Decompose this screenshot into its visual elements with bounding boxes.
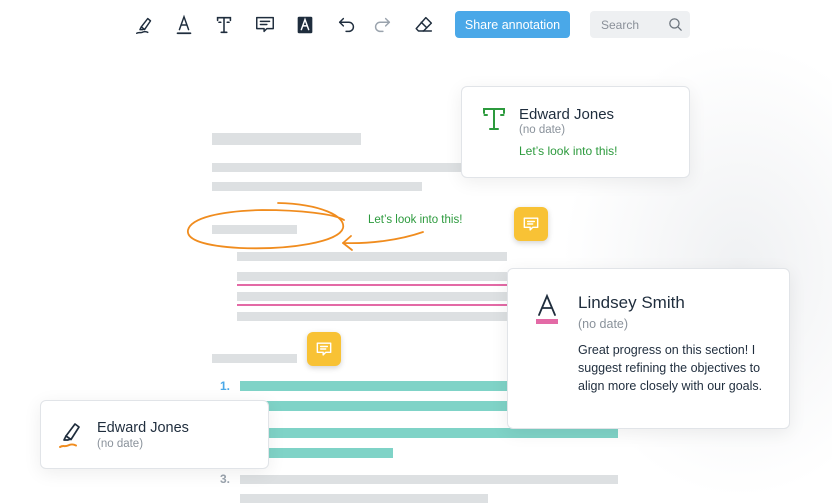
redo-icon[interactable]: [370, 13, 394, 37]
highlighter-icon[interactable]: [133, 13, 157, 37]
undo-icon[interactable]: [335, 13, 359, 37]
doc-highlighted-line: [240, 428, 618, 438]
doc-underline-mark: [237, 284, 507, 286]
annotation-text: Great progress on this section! I sugges…: [578, 343, 763, 393]
annotation-date: (no date): [97, 438, 144, 450]
comment-icon[interactable]: [253, 13, 277, 37]
underline-text-icon: [536, 293, 558, 324]
text-highlight-icon[interactable]: [293, 13, 317, 37]
doc-line: [237, 312, 507, 321]
author-name: Edward Jones: [97, 420, 189, 436]
annotation-text: Let’s look into this!: [519, 144, 618, 158]
doc-line: [240, 494, 488, 503]
doc-line: [237, 292, 507, 301]
doc-line: [240, 475, 618, 484]
author-name: Lindsey Smith: [578, 293, 685, 312]
arrow-head: [342, 235, 353, 251]
text-box-icon[interactable]: [212, 13, 236, 37]
underline-text-icon[interactable]: [172, 13, 196, 37]
note-marker-button[interactable]: [514, 207, 548, 241]
doc-highlighted-line: [240, 381, 508, 391]
doc-line: [212, 163, 465, 172]
search-box: [590, 11, 690, 38]
annotation-toolbar: Share annotation: [0, 0, 832, 50]
note-marker-button[interactable]: [307, 332, 341, 366]
doc-line: [212, 182, 422, 191]
doc-highlighted-line: [240, 401, 508, 411]
author-name: Edward Jones: [519, 106, 615, 123]
list-number: 3.: [220, 472, 231, 486]
annotation-date: (no date): [519, 124, 566, 136]
comment-icon: [316, 342, 332, 356]
highlighter-icon: [59, 423, 80, 448]
inline-note-text: Let’s look into this!: [368, 214, 463, 226]
doc-line: [237, 272, 507, 281]
annotation-card[interactable]: Edward Jones (no date) Let’s look into t…: [461, 86, 690, 178]
annotation-date: (no date): [578, 317, 629, 331]
doc-line: [237, 252, 507, 261]
annotation-card[interactable]: Edward Jones (no date): [40, 400, 269, 469]
doc-circled-line: [212, 225, 297, 234]
text-box-icon: [483, 108, 505, 130]
list-number: 1.: [220, 379, 231, 393]
search-input[interactable]: [590, 11, 668, 38]
doc-subheading-line: [212, 354, 297, 363]
doc-underline-mark: [237, 304, 507, 306]
doc-heading-line: [212, 133, 361, 145]
share-annotation-button[interactable]: Share annotation: [455, 11, 570, 38]
search-icon[interactable]: [667, 16, 684, 33]
arrow-mark: [342, 231, 424, 245]
eraser-icon[interactable]: [412, 13, 436, 37]
annotation-card[interactable]: Lindsey Smith (no date) Great progress o…: [507, 268, 790, 429]
comment-icon: [523, 217, 539, 231]
